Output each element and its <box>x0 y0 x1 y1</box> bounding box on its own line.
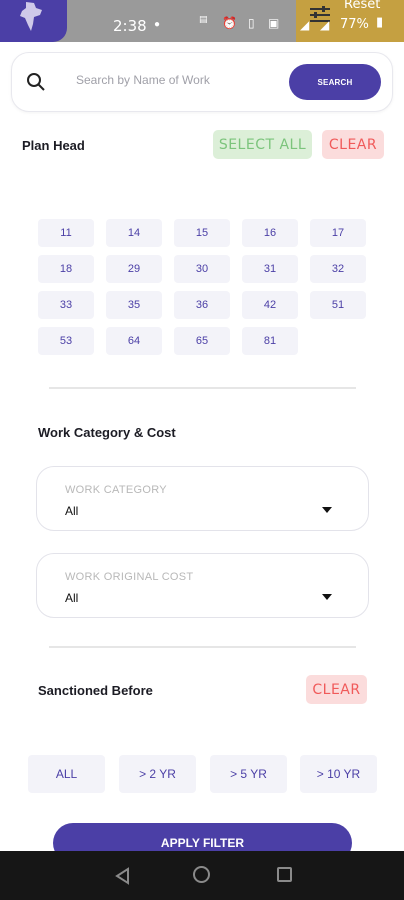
system-nav-bar <box>0 851 404 900</box>
plan-head-chip[interactable]: 81 <box>242 327 298 355</box>
plan-head-chip[interactable]: 11 <box>38 219 94 247</box>
reset-label[interactable]: Reset <box>344 0 380 12</box>
caret-down-icon <box>322 594 332 600</box>
plan-head-chip[interactable]: 16 <box>242 219 298 247</box>
work-original-cost-dropdown[interactable]: WORK ORIGINAL COST All <box>36 553 369 618</box>
plan-head-clear-button[interactable]: CLEAR <box>322 130 384 159</box>
plan-head-chip[interactable]: 53 <box>38 327 94 355</box>
plan-head-chip[interactable]: 31 <box>242 255 298 283</box>
plan-head-chip[interactable]: 32 <box>310 255 366 283</box>
work-original-cost-label: WORK ORIGINAL COST <box>65 571 194 583</box>
sanctioned-option-2yr[interactable]: > 2 YR <box>119 755 196 793</box>
status-time: 2:38 <box>113 17 147 35</box>
select-all-button[interactable]: SELECT ALL <box>213 130 312 159</box>
sanctioned-option-10yr[interactable]: > 10 YR <box>300 755 377 793</box>
search-bar: SEARCH <box>11 52 393 112</box>
work-category-value: All <box>65 504 79 518</box>
plan-head-chip[interactable]: 42 <box>242 291 298 319</box>
work-original-cost-value: All <box>65 591 79 605</box>
plan-head-title: Plan Head <box>22 138 85 153</box>
sanctioned-option-all[interactable]: ALL <box>28 755 105 793</box>
filter-screen: 2:38 ● ▤ ⏰ ▯ ▣ Reset ◢ ◢ 77% ▮ SEARCH Pl… <box>0 0 404 900</box>
data-speed-icon: ▤ <box>199 15 208 25</box>
battery-icon: ▮ <box>376 15 384 30</box>
app-logo[interactable] <box>0 0 67 42</box>
wifi-icon: ◢ <box>300 18 310 32</box>
recents-icon[interactable] <box>277 867 292 882</box>
sanctioned-option-5yr[interactable]: > 5 YR <box>210 755 287 793</box>
work-category-dropdown[interactable]: WORK CATEGORY All <box>36 466 369 531</box>
section-divider <box>49 387 356 389</box>
plan-head-chip[interactable]: 64 <box>106 327 162 355</box>
plan-head-chip[interactable]: 14 <box>106 219 162 247</box>
alarm-icon: ⏰ <box>222 16 237 30</box>
search-icon <box>27 73 45 91</box>
back-icon[interactable] <box>114 867 130 885</box>
plan-head-chip[interactable]: 33 <box>38 291 94 319</box>
status-bar: 2:38 ● ▤ ⏰ ▯ ▣ Reset ◢ ◢ 77% ▮ <box>0 0 404 42</box>
work-category-label: WORK CATEGORY <box>65 484 167 496</box>
plan-head-chip[interactable]: 51 <box>310 291 366 319</box>
plan-head-chip[interactable]: 65 <box>174 327 230 355</box>
search-button[interactable]: SEARCH <box>289 64 381 100</box>
sanctioned-clear-button[interactable]: CLEAR <box>306 675 367 704</box>
section-divider <box>49 646 356 648</box>
battery-percent: 77% <box>340 17 369 32</box>
phone-icon: ▯ <box>248 16 255 30</box>
plan-head-chip[interactable]: 29 <box>106 255 162 283</box>
sanctioned-before-title: Sanctioned Before <box>38 683 153 698</box>
india-map-icon <box>20 2 42 31</box>
search-input[interactable] <box>76 73 276 87</box>
caret-down-icon <box>322 507 332 513</box>
plan-head-chip[interactable]: 30 <box>174 255 230 283</box>
work-category-cost-title: Work Category & Cost <box>38 425 176 440</box>
plan-head-chip[interactable]: 17 <box>310 219 366 247</box>
plan-head-chip[interactable]: 18 <box>38 255 94 283</box>
plan-head-chip[interactable]: 36 <box>174 291 230 319</box>
notification-dot-icon: ● <box>154 19 161 30</box>
signal-icon: ◢ <box>320 18 330 32</box>
volte-icon: ▣ <box>268 16 280 30</box>
home-icon[interactable] <box>193 866 210 883</box>
plan-head-chip[interactable]: 35 <box>106 291 162 319</box>
plan-head-chip[interactable]: 15 <box>174 219 230 247</box>
